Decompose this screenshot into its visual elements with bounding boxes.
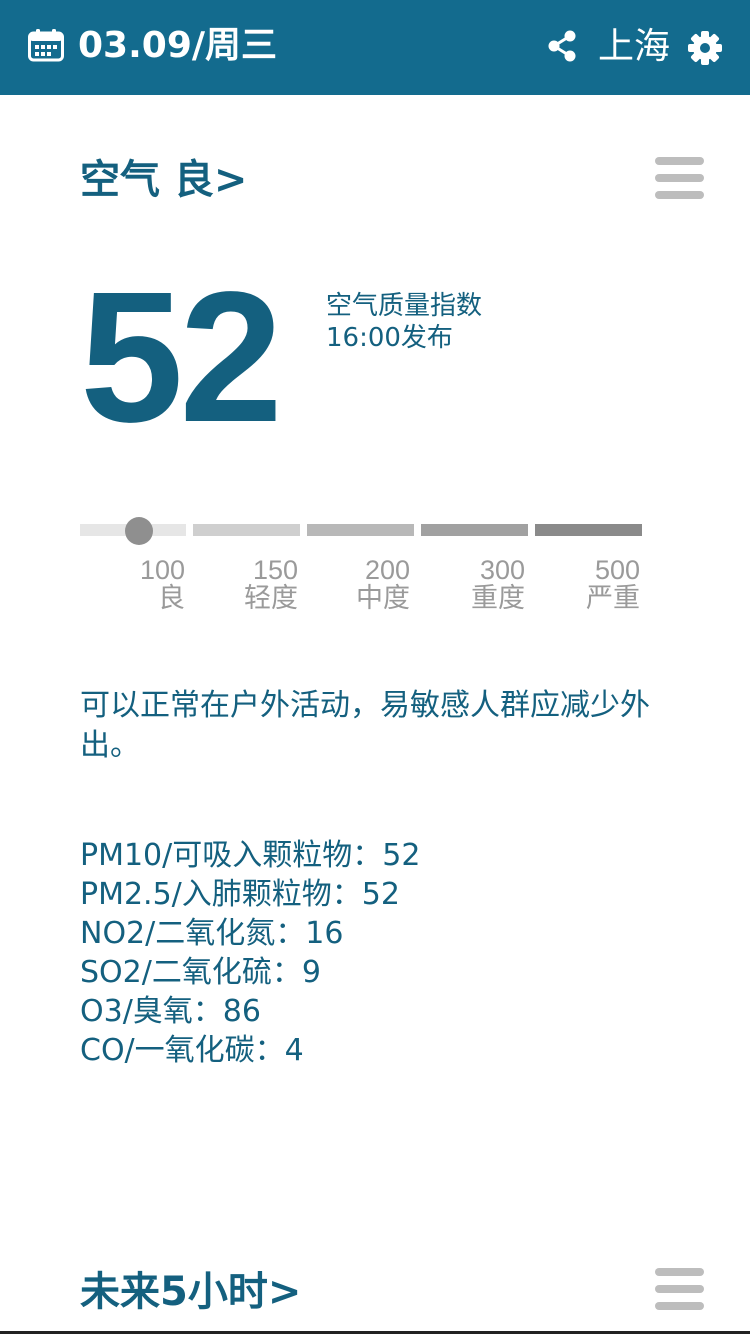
scale-value-500: 500	[594, 555, 640, 585]
pollutant-list: PM10/可吸入颗粒物：52 PM2.5/入肺颗粒物：52 NO2/二氧化氮：1…	[80, 836, 420, 1070]
scale-level-heavy: 重度	[471, 583, 525, 613]
date-label[interactable]: 03.09/周三	[78, 22, 277, 70]
publish-time: 16:00发布	[326, 323, 453, 353]
scale-segment-heavy	[421, 524, 528, 536]
aqi-label: 空气质量指数	[326, 291, 483, 321]
pollutant-no2: NO2/二氧化氮：16	[80, 916, 344, 951]
scale-value-100: 100	[139, 555, 185, 585]
scale-indicator-knob[interactable]	[125, 517, 153, 545]
pollutant-pm10: PM10/可吸入颗粒物：52	[80, 838, 421, 873]
scale-level-severe: 严重	[586, 583, 640, 613]
top-bar: 03.09/周三 上海	[0, 0, 750, 95]
calendar-icon[interactable]	[28, 29, 64, 62]
scale-segment-moderate	[307, 524, 414, 536]
air-menu-icon[interactable]	[655, 157, 704, 199]
pollutant-co: CO/一氧化碳：4	[80, 1033, 304, 1068]
air-quality-title[interactable]: 空气 良>	[80, 154, 247, 206]
scale-level-moderate: 中度	[356, 583, 410, 613]
gear-icon[interactable]	[687, 30, 723, 66]
scale-level-light: 轻度	[244, 583, 298, 613]
scale-segment-severe	[535, 524, 642, 536]
forecast-menu-icon[interactable]	[655, 1268, 704, 1310]
scale-value-150: 150	[252, 555, 298, 585]
pollutant-o3: O3/臭氧：86	[80, 994, 261, 1029]
pollutant-so2: SO2/二氧化硫：9	[80, 955, 321, 990]
health-advice: 可以正常在户外活动，易敏感人群应减少外出。	[80, 688, 650, 763]
city-selector[interactable]: 上海	[598, 24, 670, 70]
scale-value-200: 200	[364, 555, 410, 585]
forecast-title[interactable]: 未来5小时>	[80, 1266, 301, 1318]
scale-segment-light	[193, 524, 300, 536]
aqi-value: 52	[80, 254, 283, 461]
scale-level-good: 良	[158, 583, 185, 613]
scale-value-300: 300	[479, 555, 525, 585]
share-icon[interactable]	[546, 30, 578, 62]
pollutant-pm25: PM2.5/入肺颗粒物：52	[80, 877, 400, 912]
